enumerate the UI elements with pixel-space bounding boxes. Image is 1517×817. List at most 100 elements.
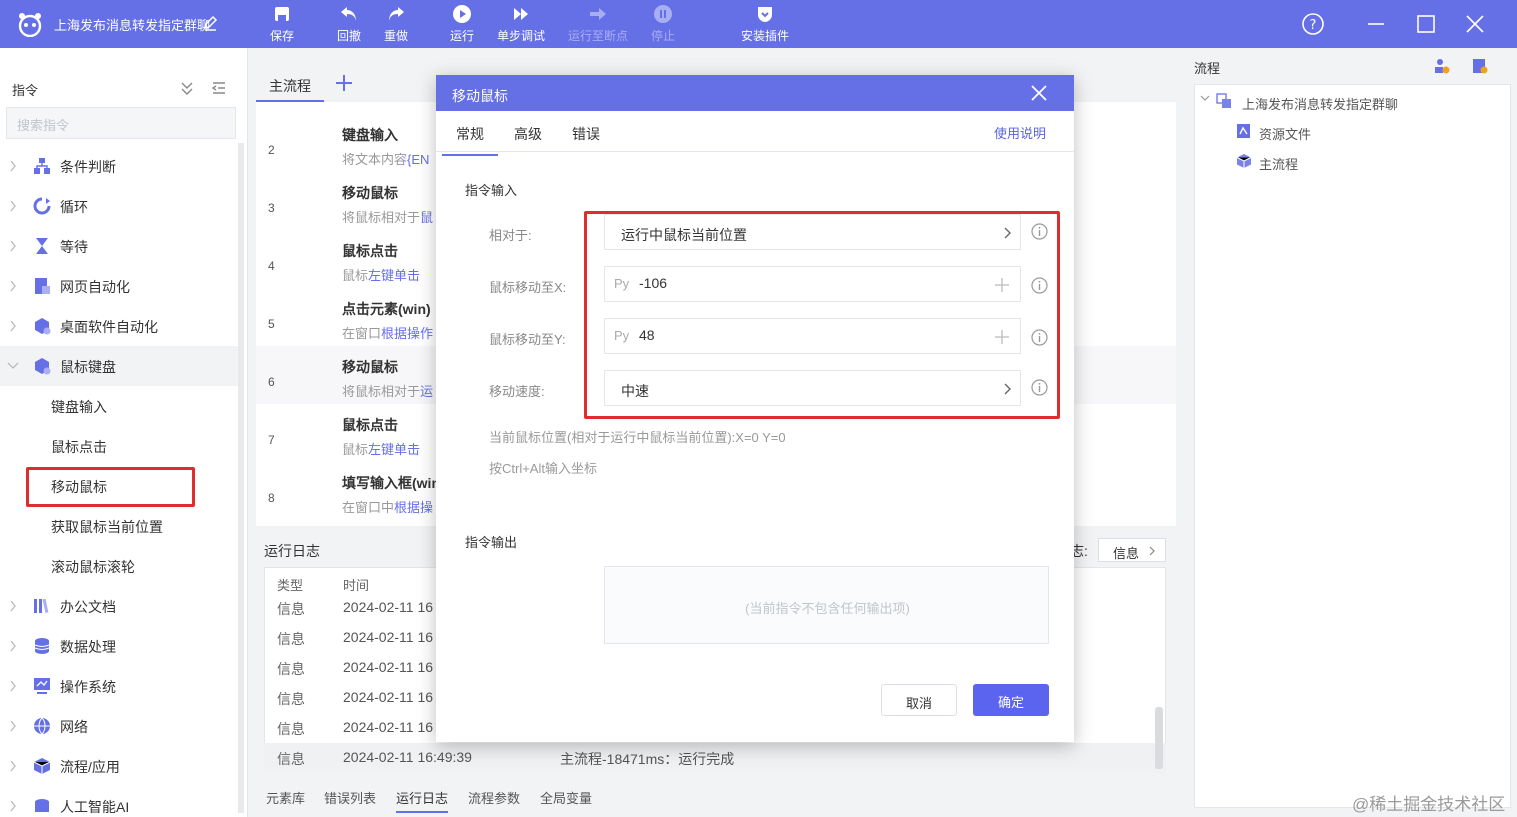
bottom-tab[interactable]: 运行日志 — [396, 788, 449, 813]
category-web-automation[interactable]: 网页自动化 — [0, 266, 238, 306]
panel-toggle-icon[interactable] — [211, 80, 227, 96]
category-hourglass[interactable]: 等待 — [0, 226, 238, 266]
add-resource-icon[interactable] — [1472, 58, 1488, 74]
chevron-right-icon — [10, 320, 16, 332]
condition-icon — [34, 158, 50, 174]
flow-panel-title: 流程 — [1194, 61, 1221, 76]
minimize-icon[interactable] — [1364, 12, 1388, 36]
chevron-down-icon[interactable] — [1200, 93, 1210, 103]
tab-general[interactable]: 常规 — [442, 124, 498, 156]
category-loop[interactable]: 循环 — [0, 186, 238, 226]
close-window-icon[interactable] — [1463, 12, 1487, 36]
edit-title-icon[interactable] — [202, 15, 218, 31]
line-number: 4 — [268, 259, 275, 273]
maximize-icon[interactable] — [1414, 12, 1438, 36]
move-mouse-dialog: 移动鼠标 常规 高级 错误 使用说明 指令输入 相对于: 运行中鼠标当前位置 鼠… — [436, 75, 1074, 742]
flow-step-desc: 将文本内容{EN — [342, 152, 430, 167]
flow-step-desc: 鼠标左键单击 — [342, 442, 421, 457]
category-globe[interactable]: 网络 — [0, 706, 238, 746]
output-box: (当前指令不包含任何输出项) — [604, 566, 1049, 644]
tab-main-flow[interactable]: 主流程 — [256, 64, 324, 102]
flow-step-title[interactable]: 填写输入框(win — [342, 473, 440, 493]
ok-button[interactable]: 确定 — [973, 684, 1049, 716]
command-item[interactable]: 鼠标点击 — [0, 426, 238, 466]
bottom-tab[interactable]: 全局变量 — [540, 788, 592, 807]
ai-icon — [35, 799, 49, 812]
category-cube[interactable]: 流程/应用 — [0, 746, 238, 786]
bottom-tab[interactable]: 错误列表 — [324, 788, 376, 807]
collapse-all-icon[interactable] — [179, 80, 195, 96]
dialog-header: 移动鼠标 — [436, 75, 1074, 111]
category-desktop-automation[interactable]: 桌面软件自动化 — [0, 306, 238, 346]
resource-file-icon — [1237, 124, 1250, 138]
category-ai[interactable]: 人工智能AI — [0, 786, 238, 817]
log-row[interactable]: 信息 2024-02-11 16:49:39 主流程-18471ms：运行完成 — [264, 743, 1166, 773]
highlight-box-fields — [584, 211, 1060, 419]
bottom-tab[interactable]: 流程参数 — [468, 788, 520, 807]
chevron-right-icon — [10, 640, 16, 652]
log-scrollbar[interactable] — [1155, 707, 1163, 769]
chevron-right-icon — [10, 600, 16, 612]
redo-button[interactable]: 重做 — [382, 4, 410, 44]
close-icon[interactable] — [1030, 84, 1048, 102]
save-button[interactable]: 保存 — [268, 4, 296, 44]
chevron-right-icon — [10, 760, 16, 772]
line-number: 5 — [268, 317, 275, 331]
cancel-button[interactable]: 取消 — [881, 684, 957, 716]
category-data[interactable]: 数据处理 — [0, 626, 238, 666]
run-to-breakpoint-button[interactable]: 运行至断点 — [566, 4, 630, 44]
flow-tree-main-flow[interactable]: 主流程 — [1259, 154, 1298, 173]
flow-step-title[interactable]: 移动鼠标 — [342, 183, 398, 203]
step-debug-button[interactable]: 单步调试 — [495, 4, 547, 44]
output-section-title: 指令输出 — [465, 535, 518, 550]
flow-step-desc: 在窗口根据操作 — [342, 326, 434, 341]
install-plugin-button[interactable]: 安装插件 — [739, 4, 791, 44]
title-bar: 上海发布消息转发指定群聊 保存 回撤 重做 运行 单步调试 运行至断点 停止 安… — [0, 0, 1517, 48]
command-panel-scrollbar[interactable] — [238, 143, 244, 813]
run-to-breakpoint-icon — [590, 8, 606, 20]
flow-tree-resource-files[interactable]: 资源文件 — [1259, 124, 1311, 143]
flow-step-title[interactable]: 鼠标点击 — [342, 415, 398, 435]
flow-step-title[interactable]: 点击元素(win) — [342, 299, 431, 319]
shortcut-hint: 按Ctrl+Alt输入坐标 — [489, 461, 597, 476]
help-link[interactable]: 使用说明 — [994, 123, 1046, 142]
main-flow-icon — [1236, 154, 1252, 168]
flow-step-desc: 将鼠标相对于鼠 — [342, 210, 434, 225]
flow-step-title[interactable]: 鼠标点击 — [342, 241, 398, 261]
command-item[interactable]: 滚动鼠标滚轮 — [0, 546, 238, 586]
line-number: 2 — [268, 143, 275, 157]
flow-step-title[interactable]: 移动鼠标 — [342, 357, 398, 377]
office-doc-icon — [34, 598, 49, 614]
add-tab-icon[interactable] — [334, 73, 354, 93]
hourglass-icon — [36, 238, 48, 254]
command-item[interactable]: 键盘输入 — [0, 386, 238, 426]
tab-advanced[interactable]: 高级 — [514, 124, 542, 144]
bottom-tab[interactable]: 元素库 — [266, 788, 305, 807]
flow-step-title[interactable]: 键盘输入 — [342, 125, 398, 145]
log-level-filter[interactable]: 信息 — [1098, 538, 1166, 562]
help-icon[interactable]: ? — [1301, 12, 1325, 36]
svg-text:?: ? — [1310, 18, 1317, 33]
command-item[interactable]: 获取鼠标当前位置 — [0, 506, 238, 546]
category-mouse-keyboard[interactable]: 鼠标键盘 — [0, 346, 238, 386]
y-label: 鼠标移动至Y: — [489, 332, 566, 347]
add-flow-icon[interactable] — [1434, 58, 1450, 74]
command-search-input[interactable]: 搜索指令 — [6, 107, 236, 139]
run-log-title: 运行日志 — [264, 543, 320, 559]
category-office-doc[interactable]: 办公文档 — [0, 586, 238, 626]
chevron-right-icon — [10, 800, 16, 812]
category-os[interactable]: 操作系统 — [0, 666, 238, 706]
stop-button[interactable]: 停止 — [649, 4, 677, 44]
chevron-right-icon — [10, 240, 16, 252]
speed-label: 移动速度: — [489, 384, 545, 399]
flow-tree-project[interactable]: 上海发布消息转发指定群聊 — [1242, 94, 1398, 113]
undo-button[interactable]: 回撤 — [335, 4, 363, 44]
loop-icon — [33, 197, 51, 215]
save-icon — [275, 7, 289, 21]
line-number: 3 — [268, 201, 275, 215]
run-button[interactable]: 运行 — [448, 4, 476, 44]
flow-step-desc: 将鼠标相对于运 — [342, 384, 434, 399]
tab-error[interactable]: 错误 — [572, 124, 600, 144]
watermark: @稀土掘金技术社区 — [1352, 795, 1506, 814]
category-condition[interactable]: 条件判断 — [0, 146, 238, 186]
